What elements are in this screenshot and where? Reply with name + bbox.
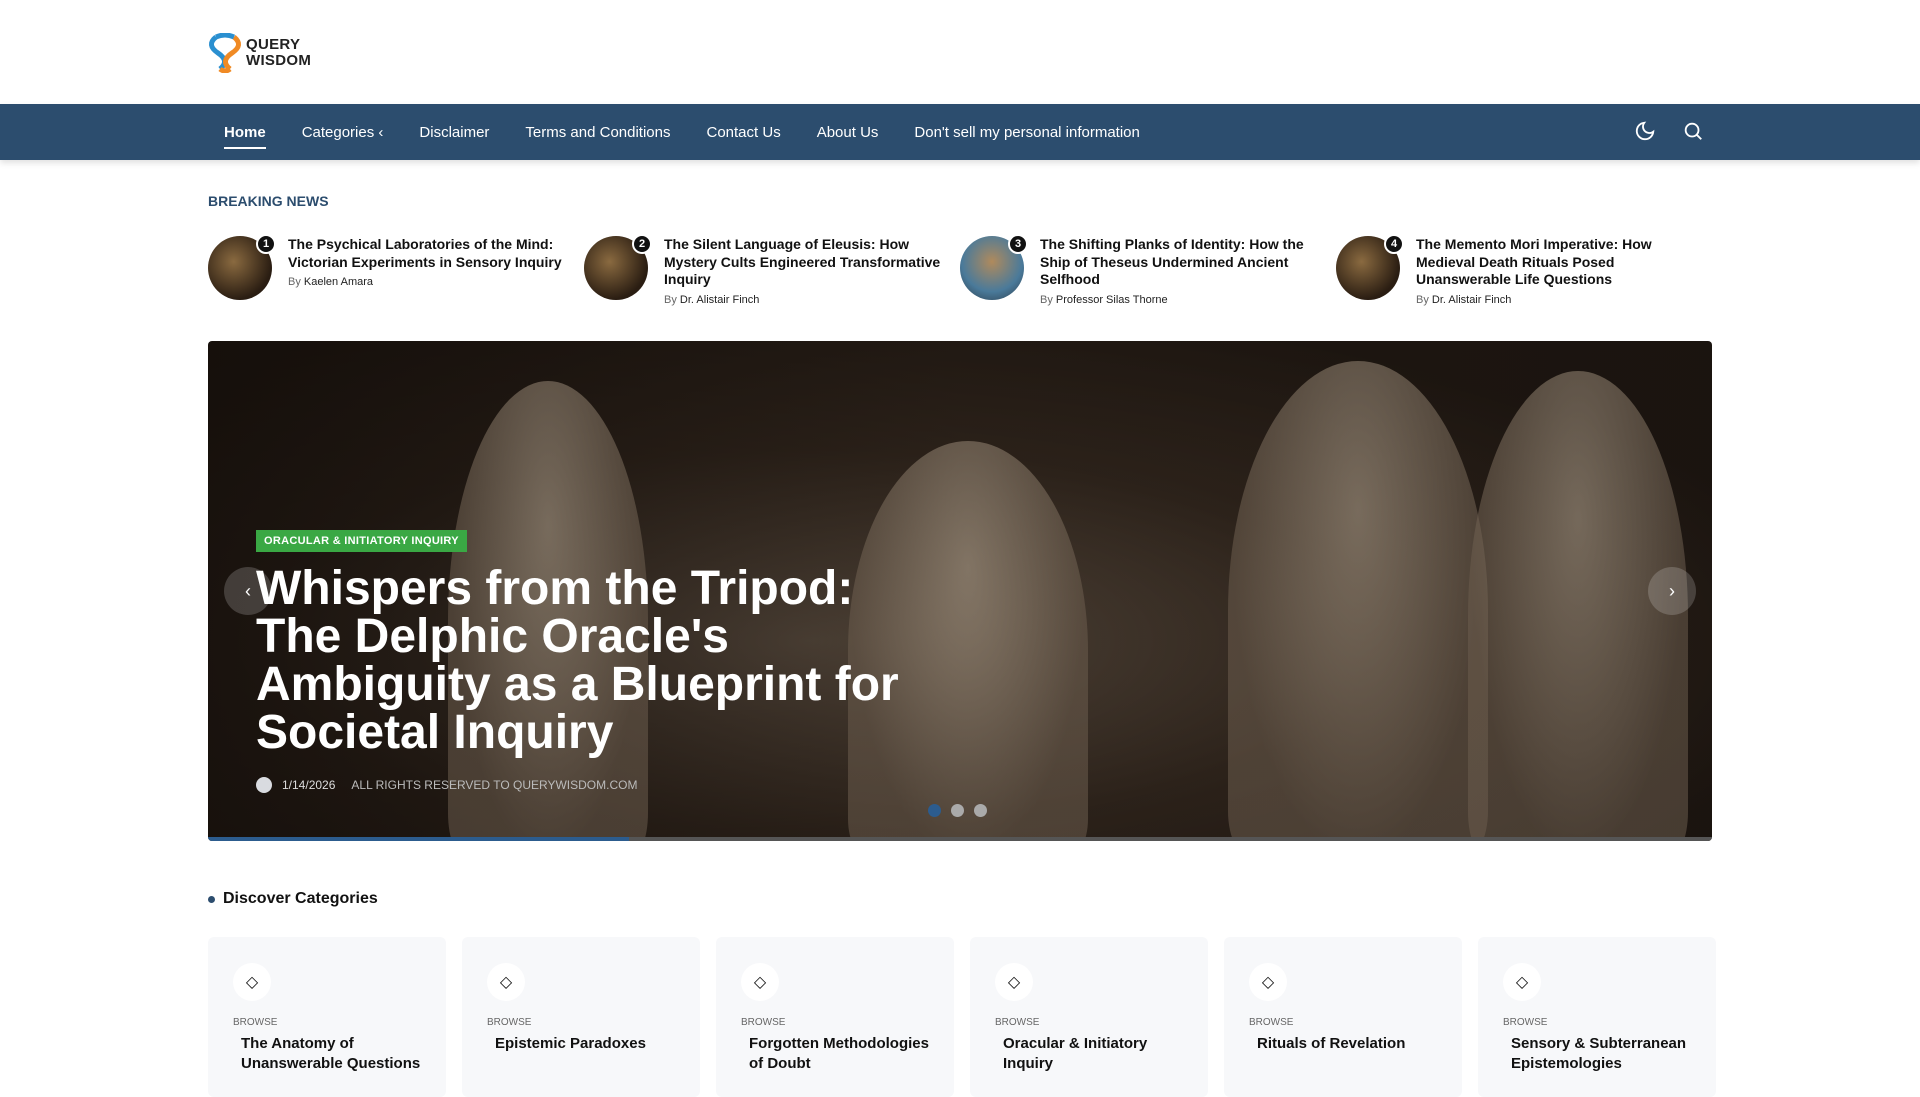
nav-categories-label: Categories (301, 123, 375, 141)
by-label: By (1416, 293, 1429, 306)
category-card[interactable]: ◇ BROWSE Sensory & Subterranean Epistemolo… (1478, 937, 1716, 1097)
article-title[interactable]: The Psychical Laboratories of the Mind: … (288, 236, 578, 271)
article-byline: By Dr. Alistair Finch (1416, 294, 1706, 306)
hero-slider[interactable]: ORACULAR & INITIATORY INQUIRY Whispers f… (208, 341, 1712, 841)
nav-disclaimer[interactable]: Disclaimer (419, 124, 489, 141)
logo-line-2: WISDOM (246, 52, 312, 69)
browse-label: BROWSE (1249, 1017, 1294, 1028)
chevron-right-icon: › (1669, 580, 1675, 601)
author-name: Dr. Alistair Finch (1431, 293, 1512, 306)
breaking-news-list: 1 The Psychical Laboratories of the Mind… (208, 234, 1712, 306)
slider-prev-button[interactable]: ‹ (224, 567, 272, 615)
logo-line-1: QUERY (246, 36, 301, 53)
diamond-icon: ◇ (741, 963, 779, 1001)
hero-date: 1/14/2026 (282, 778, 336, 792)
browse-label: BROWSE (487, 1017, 532, 1028)
breaking-news-item[interactable]: 2 The Silent Language of Eleusis: How My… (584, 234, 960, 306)
author-name: Kaelen Amara (303, 276, 374, 288)
article-byline: By Professor Silas Thorne (1040, 294, 1330, 306)
category-name: Rituals of Revelation (1257, 1035, 1406, 1052)
browse-label: BROWSE (233, 1017, 278, 1028)
category-card[interactable]: ◇ BROWSE Forgotten Methodologies of Doubt (716, 937, 954, 1097)
diamond-icon: ◇ (1249, 963, 1287, 1001)
browse-label: BROWSE (1503, 1017, 1548, 1028)
slider-progress-bar (208, 837, 1712, 841)
slider-dot[interactable] (951, 804, 964, 817)
author-name: Professor Silas Thorne (1055, 293, 1168, 306)
discover-categories-title: Discover Categories (208, 890, 378, 908)
slider-dot[interactable] (928, 804, 941, 817)
dark-mode-moon-icon[interactable] (1634, 120, 1656, 142)
author-name: Dr. Alistair Finch (679, 293, 760, 306)
diamond-icon: ◇ (233, 963, 271, 1001)
browse-label: BROWSE (995, 1017, 1040, 1028)
browse-label: BROWSE (741, 1017, 786, 1028)
category-name: Sensory & Subterranean Epistemologies (1511, 1035, 1687, 1072)
category-badge[interactable]: ORACULAR & INITIATORY INQUIRY (256, 530, 467, 552)
article-byline: By Dr. Alistair Finch (664, 294, 954, 306)
chevron-left-icon: ‹ (245, 580, 251, 601)
hero-title[interactable]: Whispers from the Tripod: The Delphic Or… (256, 565, 936, 757)
by-label: By (664, 293, 677, 306)
breaking-news-item[interactable]: 4 The Memento Mori Imperative: How Medie… (1336, 234, 1712, 306)
nav-contact[interactable]: Contact Us (707, 124, 781, 141)
site-logo[interactable]: QUERY WISDOM (208, 33, 311, 73)
diamond-icon: ◇ (1503, 963, 1541, 1001)
breaking-news-item[interactable]: 3 The Shifting Planks of Identity: How t… (960, 234, 1336, 306)
article-title[interactable]: The Shifting Planks of Identity: How the… (1040, 236, 1330, 289)
author-avatar (256, 777, 272, 793)
article-thumbnail[interactable]: 3 (960, 234, 1028, 300)
breaking-news-label: BREAKING NEWS (208, 193, 329, 209)
nav-categories[interactable]: Categories ‹ (302, 124, 384, 141)
article-title[interactable]: The Silent Language of Eleusis: How Myst… (664, 236, 954, 289)
diamond-icon: ◇ (487, 963, 525, 1001)
search-icon[interactable] (1682, 120, 1704, 142)
nav-terms[interactable]: Terms and Conditions (525, 124, 670, 141)
category-card[interactable]: ◇ BROWSE Oracular & Initiatory Inquiry (970, 937, 1208, 1097)
breaking-news-item[interactable]: 1 The Psychical Laboratories of the Mind… (208, 234, 584, 306)
main-nav: Home Categories ‹ Disclaimer Terms and C… (0, 104, 1920, 160)
nav-home[interactable]: Home (224, 124, 266, 149)
category-name: Forgotten Methodologies of Doubt (749, 1035, 929, 1072)
category-cards: ◇ BROWSE The Anatomy of Unanswerable Quest… (208, 937, 1716, 1097)
by-label: By (288, 276, 301, 288)
slider-dot[interactable] (974, 804, 987, 817)
category-card[interactable]: ◇ BROWSE Epistemic Paradoxes (462, 937, 700, 1097)
hero-rights: ALL RIGHTS RESERVED TO QUERYWISDOM.COM (351, 778, 638, 792)
article-byline: By Kaelen Amara (288, 276, 578, 288)
slider-next-button[interactable]: › (1648, 567, 1696, 615)
site-header: QUERY WISDOM (0, 0, 1920, 104)
nav-do-not-sell[interactable]: Don't sell my personal information (914, 124, 1139, 141)
nav-about[interactable]: About Us (817, 124, 879, 141)
article-thumbnail[interactable]: 1 (208, 234, 276, 300)
article-thumbnail[interactable]: 2 (584, 234, 652, 300)
category-card[interactable]: ◇ BROWSE Rituals of Revelation (1224, 937, 1462, 1097)
diamond-icon: ◇ (995, 963, 1033, 1001)
hero-meta: 1/14/2026 ALL RIGHTS RESERVED TO QUERYWIS… (256, 777, 637, 793)
article-title[interactable]: The Memento Mori Imperative: How Medieva… (1416, 236, 1706, 289)
rank-badge: 3 (1008, 234, 1028, 254)
slider-progress-fill (208, 837, 630, 841)
category-name: The Anatomy of Unanswerable Questions (241, 1035, 421, 1072)
article-thumbnail[interactable]: 4 (1336, 234, 1404, 300)
by-label: By (1040, 293, 1053, 306)
chevron-left-icon: ‹ (378, 123, 384, 141)
rank-badge: 2 (632, 234, 652, 254)
rank-badge: 4 (1384, 234, 1404, 254)
category-card[interactable]: ◇ BROWSE The Anatomy of Unanswerable Quest… (208, 937, 446, 1097)
logo-icon (209, 33, 241, 73)
rank-badge: 1 (256, 234, 276, 254)
slider-dots (928, 804, 987, 817)
hero-image-figure (1228, 361, 1488, 841)
category-name: Oracular & Initiatory Inquiry (1003, 1035, 1148, 1072)
category-name: Epistemic Paradoxes (495, 1035, 646, 1052)
